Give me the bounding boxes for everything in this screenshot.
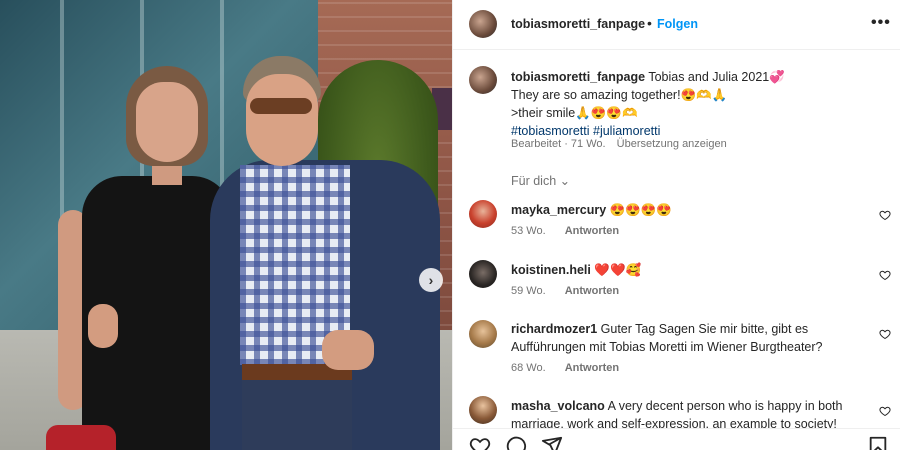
caption-line-1: Tobias and Julia 2021💞 xyxy=(648,70,785,84)
edited-timestamp: Bearbeitet · 71 Wo. xyxy=(511,138,606,150)
chevron-right-icon: › xyxy=(428,272,434,288)
heart-icon[interactable] xyxy=(879,269,891,281)
bookmark-icon[interactable] xyxy=(867,435,889,450)
man-sunglasses xyxy=(250,98,312,114)
heart-icon[interactable] xyxy=(879,405,891,417)
author-avatar[interactable] xyxy=(469,10,497,38)
man-hand-on-waist xyxy=(88,304,118,348)
caption-line-3: >their smile🙏😍😍🫶 xyxy=(511,106,638,120)
caption-line-2: They are so amazing together!😍🫶🙏 xyxy=(511,88,728,102)
carousel-next-button[interactable]: › xyxy=(419,268,443,292)
comment-username[interactable]: koistinen.heli xyxy=(511,263,591,277)
woman-face xyxy=(136,82,198,162)
heart-icon[interactable] xyxy=(879,209,891,221)
heart-icon[interactable] xyxy=(469,435,491,450)
for-you-dropdown[interactable]: Für dich ⌄ xyxy=(511,173,570,188)
commenter-avatar[interactable] xyxy=(469,260,497,288)
comment-icon[interactable] xyxy=(505,435,527,450)
hashtag-link[interactable]: #tobiasmoretti xyxy=(511,124,590,138)
caption-meta: Bearbeitet · 71 Wo. Übersetzung anzeigen xyxy=(511,138,735,150)
reply-button[interactable]: Antworten xyxy=(565,285,619,297)
woman-bag xyxy=(46,425,116,450)
post-side-panel: tobiasmoretti_fanpage • Folgen ••• tobia… xyxy=(452,0,900,450)
reply-button[interactable]: Antworten xyxy=(565,225,619,237)
follow-button[interactable]: Folgen xyxy=(657,17,698,31)
caption-avatar[interactable] xyxy=(469,66,497,94)
man-hand xyxy=(322,330,374,370)
commenter-avatar[interactable] xyxy=(469,320,497,348)
heart-icon[interactable] xyxy=(879,328,891,340)
post-caption: tobiasmoretti_fanpage Tobias and Julia 2… xyxy=(511,68,881,140)
for-you-label: Für dich xyxy=(511,174,557,188)
comment-username[interactable]: masha_volcano xyxy=(511,399,605,413)
more-options-icon[interactable]: ••• xyxy=(871,14,891,32)
comment-time: 53 Wo. xyxy=(511,225,546,237)
comment-username[interactable]: mayka_mercury xyxy=(511,203,606,217)
man-trousers xyxy=(242,380,352,450)
post-header: tobiasmoretti_fanpage • Folgen ••• xyxy=(453,0,900,50)
commenter-avatar[interactable] xyxy=(469,396,497,424)
share-icon[interactable] xyxy=(541,435,563,450)
comment-text: 😍😍😍😍 xyxy=(609,203,672,217)
show-translation-link[interactable]: Übersetzung anzeigen xyxy=(617,138,727,150)
author-username[interactable]: tobiasmoretti_fanpage xyxy=(511,17,645,31)
reply-button[interactable]: Antworten xyxy=(565,362,619,374)
caption-username[interactable]: tobiasmoretti_fanpage xyxy=(511,70,645,84)
post-actions-bar xyxy=(453,428,900,450)
commenter-avatar[interactable] xyxy=(469,200,497,228)
post-photo[interactable]: › xyxy=(0,0,452,450)
man-face xyxy=(246,74,318,166)
comment-time: 59 Wo. xyxy=(511,285,546,297)
comment-username[interactable]: richardmozer1 xyxy=(511,322,597,336)
comment-text: ❤️❤️🥰 xyxy=(594,263,642,277)
chevron-down-icon: ⌄ xyxy=(559,174,571,188)
hashtag-link[interactable]: #juliamoretti xyxy=(593,124,660,138)
separator-dot: • xyxy=(647,15,652,31)
comment-time: 68 Wo. xyxy=(511,362,546,374)
